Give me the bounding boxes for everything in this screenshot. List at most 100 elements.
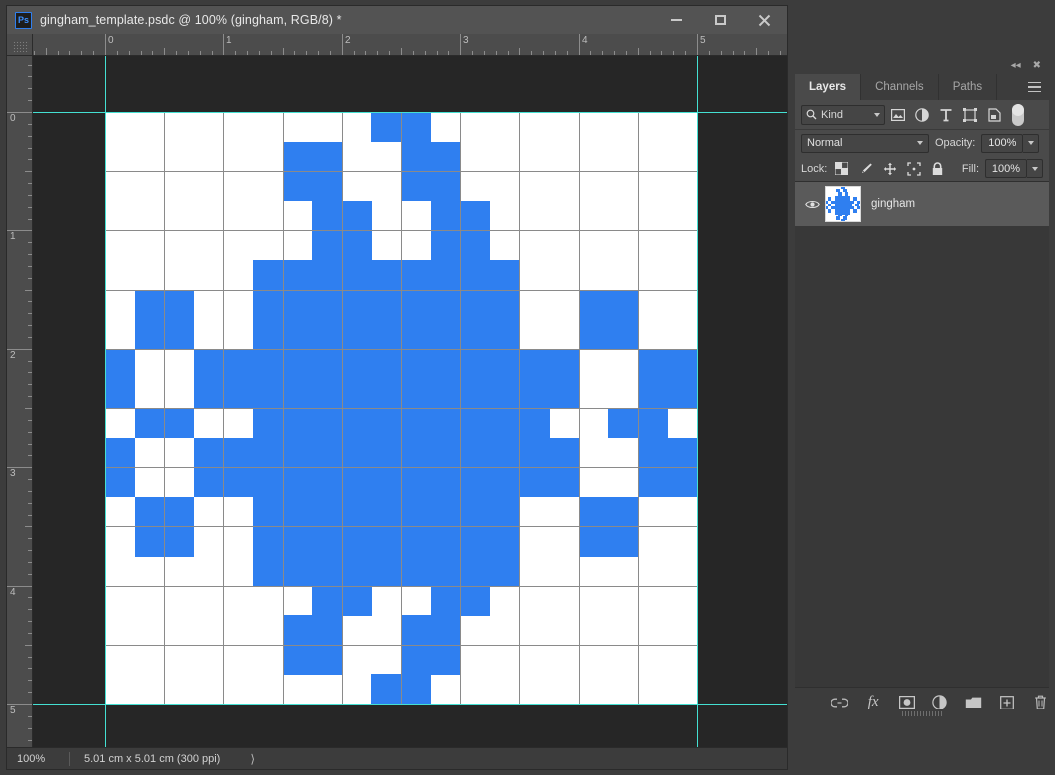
canvas-pixel: [312, 141, 343, 172]
smart-object-filter-icon[interactable]: [983, 104, 1005, 126]
photoshop-app-icon: Ps: [15, 11, 32, 29]
canvas-pixel: [282, 615, 313, 646]
tab-layers[interactable]: Layers: [795, 74, 862, 100]
layer-visibility-toggle[interactable]: [799, 199, 825, 210]
ruler-tick-horizontal: [437, 51, 438, 55]
canvas-pixel: [282, 141, 313, 172]
canvas-pixel: [164, 319, 195, 350]
canvas-pixel: [223, 378, 254, 409]
layer-list[interactable]: gingham: [795, 182, 1049, 687]
ruler-tick-vertical: [28, 479, 32, 480]
ruler-tick-horizontal: [176, 51, 177, 55]
canvas-pixel: [134, 526, 165, 557]
opacity-value[interactable]: 100%: [981, 133, 1024, 153]
opacity-label: Opacity:: [935, 137, 976, 149]
lock-artboard-nesting-icon[interactable]: [904, 159, 923, 178]
type-layer-filter-icon[interactable]: [935, 104, 957, 126]
fill-value[interactable]: 100%: [985, 159, 1027, 178]
lock-image-pixels-icon[interactable]: [856, 159, 875, 178]
canvas-pixel: [341, 200, 372, 231]
opacity-stepper[interactable]: [1023, 133, 1040, 153]
artboard[interactable]: [105, 112, 698, 705]
guide-vertical[interactable]: [105, 56, 106, 747]
canvas-pixel: [282, 467, 313, 498]
panel-menu-icon[interactable]: [1028, 74, 1041, 100]
guide-horizontal[interactable]: [33, 704, 787, 705]
horizontal-ruler[interactable]: 0 1 2 3 4 5: [33, 34, 787, 56]
chevron-down-icon: [1031, 166, 1038, 171]
ruler-label-vertical: 0: [10, 113, 16, 124]
fill-stepper[interactable]: [1027, 159, 1043, 178]
status-zoom-level[interactable]: 100%: [17, 753, 69, 765]
panel-resize-grip[interactable]: [795, 709, 1049, 717]
guide-horizontal[interactable]: [33, 112, 787, 113]
canvas-pixel: [489, 496, 520, 527]
close-button[interactable]: [742, 7, 786, 33]
ruler-tick-horizontal: [721, 51, 722, 55]
canvas-pixel: [460, 585, 491, 616]
lock-transparent-pixels-icon[interactable]: [832, 159, 851, 178]
canvas-pixel: [489, 556, 520, 587]
canvas-pixel: [460, 496, 491, 527]
ruler-tick-vertical: [28, 432, 32, 433]
canvas-pixel: [134, 319, 165, 350]
canvas-pixel: [371, 378, 402, 409]
ruler-corner[interactable]: [7, 34, 33, 56]
canvas-pixel: [549, 467, 580, 498]
ruler-label-horizontal: 0: [108, 35, 114, 46]
ruler-tick-vertical: [25, 645, 32, 646]
close-panel-icon[interactable]: ✖: [1033, 61, 1041, 71]
canvas-pixel: [430, 437, 461, 468]
blend-mode-select[interactable]: Normal: [801, 133, 929, 153]
ruler-tick-vertical: [28, 420, 32, 421]
ruler-tick-horizontal: [709, 51, 710, 55]
adjustment-layer-filter-icon[interactable]: [911, 104, 933, 126]
lock-all-icon[interactable]: [928, 159, 947, 178]
layer-row-gingham[interactable]: gingham: [795, 182, 1049, 226]
canvas-pixel: [430, 348, 461, 379]
maximize-button[interactable]: [698, 7, 742, 33]
canvas-pixel: [489, 408, 520, 439]
ruler-tick-horizontal: [555, 51, 556, 55]
canvas-pixel: [282, 378, 313, 409]
canvas-pixel: [282, 437, 313, 468]
ruler-tick-horizontal: [93, 51, 94, 55]
ruler-tick-vertical: [28, 325, 32, 326]
minimize-button[interactable]: [654, 7, 698, 33]
status-expand-icon[interactable]: ⟩: [250, 752, 255, 766]
collapse-panel-icon[interactable]: ◂◂: [1011, 61, 1021, 71]
layer-thumbnail[interactable]: [825, 186, 861, 222]
lock-position-icon[interactable]: [880, 159, 899, 178]
filter-enable-toggle[interactable]: [1012, 103, 1024, 126]
canvas-pixel: [430, 378, 461, 409]
maximize-icon: [714, 15, 726, 25]
canvas-pixel: [253, 408, 284, 439]
layer-filter-row: Kind: [795, 100, 1049, 130]
canvas-pixel: [401, 437, 432, 468]
title-bar[interactable]: Ps gingham_template.psdc @ 100% (gingham…: [7, 6, 787, 34]
canvas-pixel: [253, 496, 284, 527]
shape-layer-filter-icon[interactable]: [959, 104, 981, 126]
ruler-tick-horizontal: [733, 51, 734, 55]
canvas-area[interactable]: [33, 56, 787, 747]
guide-vertical[interactable]: [697, 56, 698, 747]
layer-name-label[interactable]: gingham: [871, 198, 915, 210]
ruler-tick-horizontal: [354, 51, 355, 55]
canvas-pixel: [667, 348, 698, 379]
vertical-ruler[interactable]: 0 1 2 3 4 5: [7, 56, 33, 747]
canvas-pixel: [519, 348, 550, 379]
canvas-pixel: [549, 437, 580, 468]
canvas-pixel: [430, 200, 461, 231]
ruler-tick-horizontal: [780, 51, 781, 55]
canvas-pixel: [312, 644, 343, 675]
canvas-pixel: [193, 378, 224, 409]
ruler-tick-vertical: [28, 574, 32, 575]
pixel-layer-filter-icon[interactable]: [887, 104, 909, 126]
tab-channels[interactable]: Channels: [861, 74, 939, 100]
tab-paths[interactable]: Paths: [938, 74, 998, 100]
canvas-pixel: [282, 319, 313, 350]
ruler-tick-horizontal: [377, 51, 378, 55]
filter-kind-select[interactable]: Kind: [801, 104, 885, 125]
canvas-pixel: [341, 378, 372, 409]
canvas-pixel: [253, 556, 284, 587]
